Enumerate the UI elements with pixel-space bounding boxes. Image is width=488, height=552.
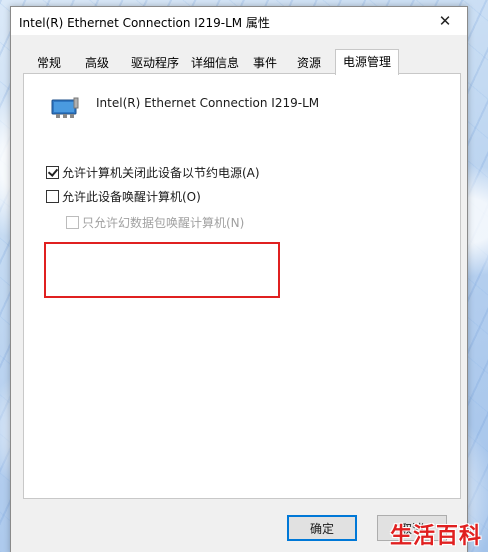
allow-wake-checkbox[interactable] [46,190,59,203]
allow-wake-label: 允许此设备唤醒计算机(O) [62,190,201,204]
tab-events[interactable]: 事件 [247,53,283,73]
tab-strip: 常规 高级 驱动程序 详细信息 事件 资源 电源管理 [27,49,457,75]
tab-details[interactable]: 详细信息 [187,53,243,73]
allow-wake-option[interactable]: 允许此设备唤醒计算机(O) [46,188,201,205]
network-adapter-icon [50,96,80,123]
highlight-box [44,242,280,298]
tab-resources[interactable]: 资源 [291,53,327,73]
allow-power-off-label: 允许计算机关闭此设备以节约电源(A) [62,166,260,180]
tab-driver[interactable]: 驱动程序 [127,53,183,73]
magic-packet-option: 只允许幻数据包唤醒计算机(N) [66,214,244,231]
tab-power-management[interactable]: 电源管理 [335,49,399,75]
device-name: Intel(R) Ethernet Connection I219-LM [96,96,320,110]
allow-power-off-checkbox[interactable] [46,166,59,179]
ok-button[interactable]: 确定 [287,515,357,541]
close-button[interactable]: ✕ [423,7,467,35]
tab-general[interactable]: 常规 [31,53,67,73]
close-icon: ✕ [438,12,452,30]
window-title: Intel(R) Ethernet Connection I219-LM 属性 [19,16,270,30]
magic-packet-checkbox [66,216,79,229]
watermark-logo: 生活百科 [389,524,482,549]
properties-dialog: Intel(R) Ethernet Connection I219-LM 属性 … [10,6,468,552]
magic-packet-label: 只允许幻数据包唤醒计算机(N) [82,216,245,230]
allow-power-off-option[interactable]: 允许计算机关闭此设备以节约电源(A) [46,164,260,181]
tab-advanced[interactable]: 高级 [79,53,115,73]
power-management-panel: Intel(R) Ethernet Connection I219-LM 允许计… [23,73,461,499]
title-bar[interactable]: Intel(R) Ethernet Connection I219-LM 属性 … [11,7,467,35]
